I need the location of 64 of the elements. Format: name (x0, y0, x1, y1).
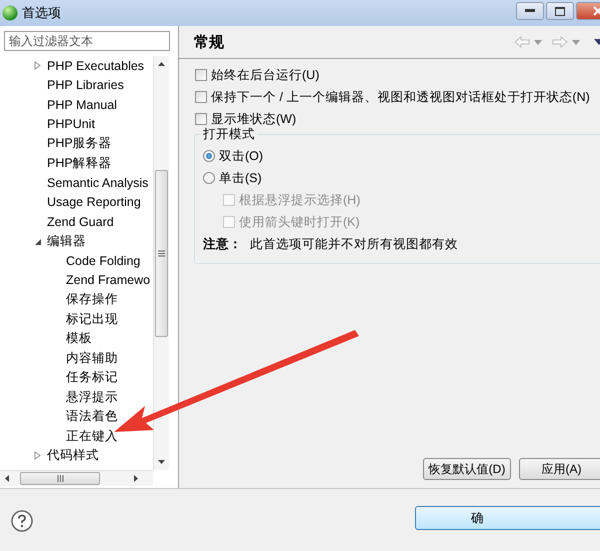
close-icon (593, 6, 600, 16)
tree-item[interactable]: PHP服务器 (47, 135, 112, 152)
maximize-icon (555, 6, 565, 16)
minimize-button[interactable] (516, 2, 544, 20)
tree-item[interactable]: 编辑器 (47, 232, 86, 250)
tree-item[interactable]: 悬浮提示 (66, 388, 118, 406)
checkbox-label: 始终在后台运行(U) (211, 66, 320, 84)
tree-item[interactable]: 内容辅助 (66, 350, 118, 367)
window-title: 首选项 (22, 4, 62, 22)
checkbox-label: 保持下一个 / 上一个编辑器、视图和透视图对话框处于打开状态(N) (211, 88, 590, 106)
tree-item[interactable]: Usage Reporting (47, 195, 141, 210)
sphere-icon (2, 5, 18, 21)
tree-item[interactable]: PHP Manual (47, 98, 117, 112)
radio-label: 单击(S) (219, 170, 262, 186)
help-icon[interactable] (11, 510, 33, 532)
tree-item[interactable]: PHP Libraries (47, 78, 124, 92)
note-text: 此首选项可能并不对所有视图都有效 (250, 236, 458, 252)
collapsed-triangle-icon[interactable] (33, 451, 42, 460)
dropdown-caret-icon[interactable] (572, 40, 580, 44)
tree-item[interactable]: PHPUnit (47, 117, 95, 132)
grip-icon (158, 250, 165, 257)
checkbox[interactable] (195, 113, 207, 125)
radio-button[interactable] (203, 150, 215, 162)
tree-item[interactable]: 任务标记 (66, 369, 118, 386)
horizontal-scrollbar[interactable] (0, 470, 153, 486)
scroll-down-icon[interactable] (157, 457, 166, 466)
checkbox-label: 显示堆状态(W) (211, 110, 296, 128)
tree-item[interactable]: 语法着色 (66, 408, 118, 426)
tree-item[interactable]: Zend Guard (47, 214, 114, 229)
back-arrow-icon[interactable] (514, 36, 530, 48)
tree-item[interactable]: 代码样式 (47, 447, 99, 464)
group-title: 打开模式 (201, 126, 257, 143)
scroll-left-icon[interactable] (3, 474, 12, 483)
ok-button[interactable]: 确 (415, 506, 600, 530)
page-title: 常规 (194, 32, 225, 52)
maximize-button[interactable] (546, 2, 574, 20)
grip-icon (56, 475, 64, 482)
note-label: 注意： (203, 236, 242, 252)
scroll-up-icon[interactable] (157, 60, 166, 69)
restore-defaults-button[interactable]: 恢复默认值(D) (423, 458, 511, 480)
tree-item[interactable]: 模板 (66, 330, 92, 348)
scroll-right-icon[interactable] (131, 474, 140, 483)
collapsed-triangle-icon[interactable] (33, 61, 42, 70)
checkbox-label: 使用箭头键时打开(K) (239, 214, 360, 230)
tree-item[interactable]: 保存操作 (66, 291, 118, 308)
checkbox-label: 根据悬浮提示选择(H) (239, 192, 360, 208)
radio-button[interactable] (203, 172, 215, 184)
checkbox[interactable] (195, 91, 207, 103)
tree-item[interactable]: Code Folding (66, 254, 140, 268)
tree-item[interactable]: Semantic Analysis (47, 176, 148, 190)
tree-item[interactable]: PHP Executables (47, 58, 144, 73)
apply-button[interactable]: 应用(A) (519, 458, 600, 480)
dropdown-caret-icon[interactable] (534, 40, 542, 44)
tree-item[interactable]: 正在键入 (66, 428, 118, 445)
forward-arrow-icon[interactable] (552, 36, 568, 48)
tree-item[interactable]: 标记出现 (66, 310, 118, 328)
minimize-icon (525, 9, 535, 13)
radio-label: 双击(O) (219, 148, 264, 164)
filter-field[interactable]: 输入过滤器文本 (4, 31, 170, 51)
tree-item[interactable]: PHP解释器 (47, 154, 112, 172)
expanded-triangle-icon[interactable] (33, 236, 42, 246)
checkbox[interactable] (195, 69, 207, 81)
tree-item[interactable]: Zend Framewo (66, 273, 150, 288)
vertical-scrollbar[interactable] (153, 56, 169, 470)
